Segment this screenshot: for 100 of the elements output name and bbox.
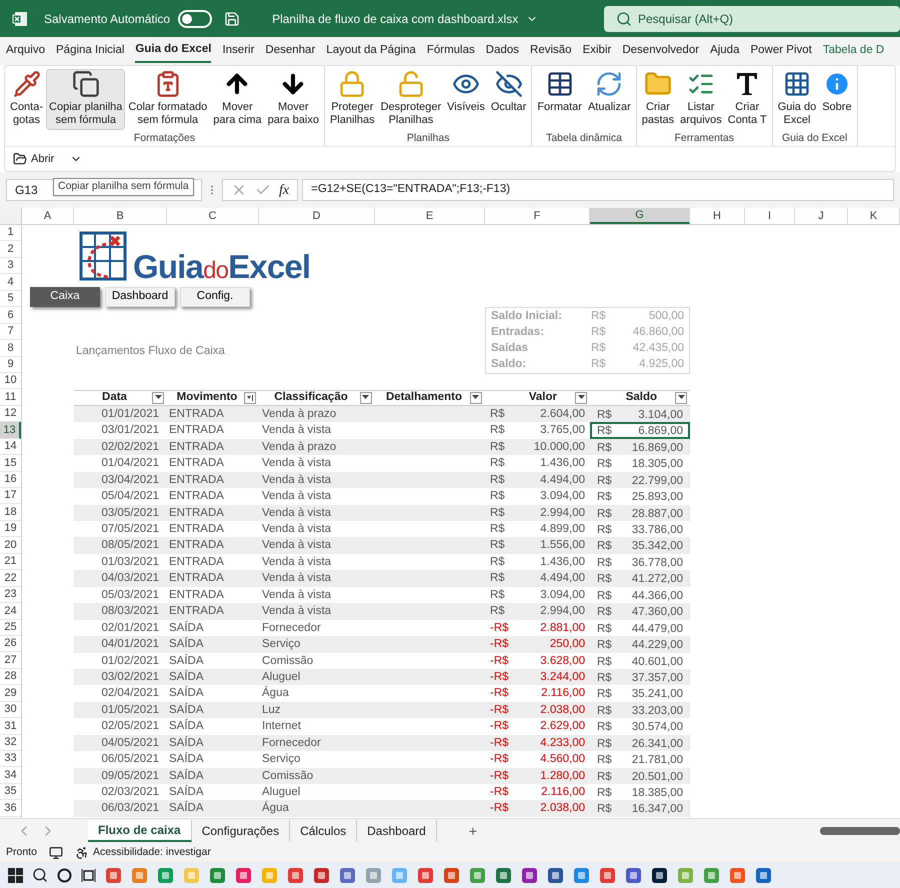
menu-tab[interactable]: Tabela de D [822, 39, 884, 63]
filter-button[interactable] [152, 392, 164, 404]
nav-button[interactable]: Dashboard [105, 287, 175, 307]
row-header[interactable]: 32 [0, 734, 21, 751]
search-field[interactable]: Pesquisar (Alt+Q) [604, 6, 900, 32]
row-header[interactable]: 15 [0, 455, 21, 472]
autosave-toggle[interactable] [178, 10, 212, 28]
ribbon-button[interactable]: Desproteger Planilhas [378, 69, 444, 130]
row-header[interactable]: 19 [0, 520, 21, 538]
menu-tab[interactable]: Inserir [222, 39, 254, 63]
filter-button[interactable] [575, 392, 587, 404]
row-header[interactable]: 35 [0, 784, 21, 800]
ribbon-button[interactable]: Criar pastas [638, 69, 678, 130]
row-header[interactable]: 33 [0, 751, 21, 768]
filter-button[interactable] [470, 392, 482, 404]
search-icon[interactable] [32, 867, 48, 883]
menu-tab[interactable]: Power Pivot [750, 39, 812, 63]
filter-button[interactable] [360, 392, 372, 404]
row-header[interactable]: 10 [0, 372, 21, 390]
ribbon-button[interactable]: Atualizar [584, 69, 634, 117]
table-cell[interactable]: R$ 44.229,00 [590, 636, 690, 652]
app-icon[interactable] [651, 866, 668, 884]
table-cell[interactable]: R$ 18.385,00 [590, 784, 690, 800]
table-cell[interactable]: R$ 18.305,00 [590, 455, 690, 472]
ribbon-button[interactable]: Guia do Excel [774, 69, 820, 130]
row-header[interactable]: 23 [0, 586, 21, 604]
table-cell[interactable]: R$ 26.341,00 [590, 734, 690, 752]
menu-tab[interactable]: Arquivo [6, 39, 45, 63]
table-cell[interactable]: R$ 3.104,00 [590, 406, 690, 422]
row-header[interactable]: 29 [0, 685, 21, 702]
row-header[interactable]: 20 [0, 537, 21, 554]
ribbon-button[interactable]: Conta- gotas [7, 69, 46, 130]
row-header[interactable]: 26 [0, 636, 21, 652]
ribbon-button[interactable]: Mover para cima [210, 69, 265, 130]
row-header[interactable]: 22 [0, 570, 21, 587]
row-header[interactable]: 6 [0, 307, 21, 324]
row-header[interactable]: 3 [0, 258, 21, 274]
app-icon[interactable] [521, 866, 538, 884]
table-cell[interactable]: R$ 20.501,00 [590, 768, 690, 784]
open-button[interactable]: Abrir [13, 150, 54, 168]
table-cell[interactable]: R$ 25.893,00 [590, 488, 690, 505]
row-header[interactable]: 28 [0, 668, 21, 686]
horizontal-scrollbar[interactable] [820, 827, 900, 835]
macro-icon[interactable] [48, 846, 63, 860]
row-header[interactable]: 14 [0, 438, 21, 456]
table-cell[interactable]: R$ 40.601,00 [590, 652, 690, 669]
menu-tab[interactable]: Fórmulas [426, 39, 475, 63]
circle-icon[interactable] [57, 868, 72, 882]
ribbon-button[interactable]: Ocultar [488, 69, 530, 117]
row-header[interactable]: 16 [0, 472, 21, 488]
table-cell[interactable]: R$ 35.241,00 [590, 685, 690, 702]
insert-function-button[interactable]: fx [279, 180, 290, 200]
accessibility-status[interactable]: Acessibilidade: investigar [74, 844, 211, 860]
table-cell[interactable]: R$ 36.778,00 [590, 554, 690, 570]
row-header[interactable]: 8 [0, 340, 21, 356]
menu-tab[interactable]: Desenhar [265, 39, 316, 63]
app-icon[interactable] [547, 866, 564, 884]
ribbon-button[interactable]: Formatar [534, 69, 585, 117]
ribbon-button[interactable]: Listar arquivos [677, 69, 725, 130]
filter-button[interactable] [675, 392, 687, 404]
menu-tab[interactable]: Página Inicial [56, 39, 124, 63]
row-header[interactable]: 27 [0, 652, 21, 669]
row-header[interactable]: 18 [0, 504, 21, 521]
table-cell[interactable]: R$ 33.786,00 [590, 521, 690, 538]
sheet-tab[interactable]: Configurações [192, 820, 290, 842]
table-cell[interactable]: R$ 28.887,00 [590, 504, 690, 521]
add-sheet-button[interactable]: + [468, 820, 478, 842]
table-cell[interactable]: R$ 41.272,00 [590, 570, 690, 587]
nav-button[interactable]: Config. [180, 287, 250, 307]
row-header[interactable]: 4 [0, 274, 21, 291]
table-cell[interactable]: R$ 35.342,00 [590, 537, 690, 554]
row-header[interactable]: 36 [0, 800, 21, 817]
row-header[interactable]: 31 [0, 718, 21, 735]
row-header[interactable]: 30 [0, 702, 21, 718]
task-view-icon[interactable] [81, 868, 96, 882]
save-icon[interactable] [224, 10, 240, 26]
table-cell[interactable]: R$ 44.479,00 [590, 620, 690, 636]
row-header[interactable]: 13 [0, 422, 21, 439]
menu-tab[interactable]: Ajuda [710, 39, 740, 63]
table-cell[interactable]: R$ 44.366,00 [590, 586, 690, 604]
ribbon-button[interactable]: Proteger Planilhas [326, 69, 378, 130]
windows-icon[interactable] [8, 868, 23, 882]
table-cell[interactable]: R$ 47.360,00 [590, 603, 690, 620]
menu-tab[interactable]: Layout da Página [326, 39, 416, 63]
row-header[interactable]: 25 [0, 620, 21, 636]
row-header[interactable]: 11 [0, 389, 21, 406]
row-header[interactable]: 24 [0, 603, 21, 620]
filter-button[interactable] [244, 392, 256, 404]
table-cell[interactable]: R$ 21.781,00 [590, 751, 690, 768]
table-cell[interactable]: R$ 30.574,00 [590, 718, 690, 735]
table-cell[interactable]: R$ 33.203,00 [590, 702, 690, 718]
table-cell[interactable]: R$ 37.357,00 [590, 668, 690, 686]
nav-button[interactable]: Caixa [30, 287, 100, 307]
table-cell[interactable]: R$ 6.869,00 [590, 422, 690, 439]
menu-tab[interactable]: Guia do Excel [135, 39, 212, 63]
ribbon-button[interactable]: Criar Conta T [724, 69, 770, 130]
sheet-tab[interactable]: Fluxo de caixa [88, 820, 192, 842]
menu-tab[interactable]: Revisão [530, 39, 572, 63]
row-header[interactable]: 7 [0, 324, 21, 340]
ribbon-button[interactable]: Mover para baixo [264, 69, 322, 130]
